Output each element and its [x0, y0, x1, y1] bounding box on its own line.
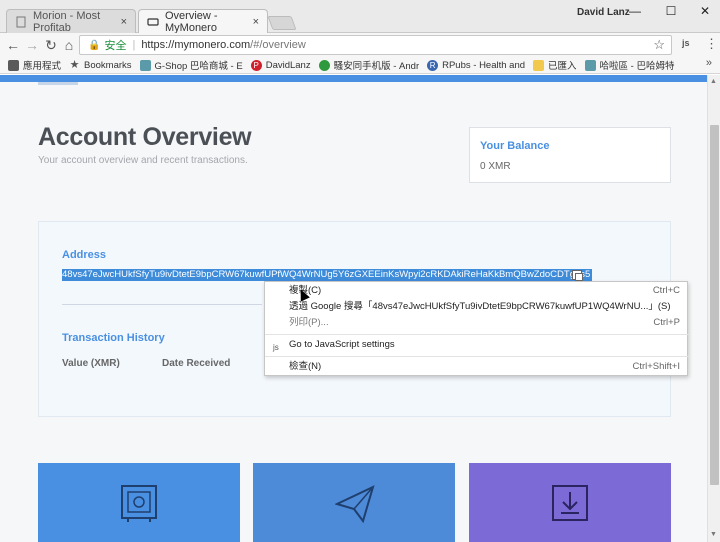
- menu-item-label: Go to JavaScript settings: [289, 339, 395, 350]
- address-label: Address: [62, 249, 107, 261]
- reload-icon[interactable]: ↻: [43, 37, 59, 53]
- forward-icon[interactable]: →: [24, 37, 40, 53]
- copy-icon[interactable]: [572, 270, 583, 281]
- page-title: Account Overview: [38, 123, 252, 151]
- tab-title: Overview - MyMonero: [165, 9, 218, 34]
- url-host: https://mymonero.com: [141, 39, 251, 51]
- menu-item-label: 透過 Google 搜尋「48vs47eJwcHUkfSfyTu9ivDtetE…: [289, 301, 671, 312]
- minimize-button[interactable]: —: [628, 4, 642, 18]
- r-icon: R: [427, 59, 439, 71]
- home-icon[interactable]: ⌂: [61, 37, 77, 53]
- browser-titlebar: Morion - Most Profitab × Overview - MyMo…: [0, 0, 720, 34]
- scroll-thumb[interactable]: [710, 125, 719, 485]
- send-tile[interactable]: [253, 463, 455, 542]
- menu-separator: [265, 356, 689, 357]
- download-icon: [552, 485, 588, 521]
- safe-icon: [121, 485, 157, 522]
- bird-icon: [139, 59, 151, 71]
- shortcut: Ctrl+Shift+I: [632, 361, 680, 372]
- close-icon[interactable]: ×: [121, 16, 127, 28]
- top-nav-strip: [0, 75, 707, 85]
- url-path: /#/overview: [250, 39, 306, 51]
- apps-icon: [8, 59, 19, 71]
- menu-item-js-settings[interactable]: js Go to JavaScript settings: [265, 337, 689, 353]
- page-icon: [15, 16, 27, 28]
- bookmark-label: 騷安同手机版 - Andr: [333, 61, 420, 72]
- balance-card: Your Balance 0 XMR: [469, 127, 671, 183]
- bookmark-rpubs[interactable]: R RPubs - Health and: [427, 59, 526, 71]
- scroll-up-icon[interactable]: ▲: [710, 78, 717, 85]
- bird-icon: [584, 59, 596, 71]
- bookmark-label: Bookmarks: [84, 59, 132, 71]
- pinterest-icon: P: [250, 59, 262, 71]
- back-icon[interactable]: ←: [5, 37, 21, 53]
- menu-item-copy[interactable]: 複製(C) Ctrl+C: [265, 283, 689, 299]
- menu-item-inspect[interactable]: 檢查(N) Ctrl+Shift+I: [265, 359, 689, 375]
- star-icon: ★: [69, 59, 80, 71]
- lock-icon: 🔒: [88, 39, 101, 51]
- secure-label: 安全: [104, 40, 127, 52]
- monero-icon: [147, 16, 159, 28]
- menu-item-print[interactable]: 列印(P)... Ctrl+P: [265, 315, 689, 331]
- menu-icon[interactable]: ⋮: [705, 36, 718, 52]
- bookmark-android[interactable]: 騷安同手机版 - Andr: [318, 58, 420, 72]
- bookmarks-bar: 應用程式 ★ Bookmarks G-Shop 巴哈商城 - E P DavidLa…: [0, 57, 720, 74]
- transaction-history-label: Transaction History: [62, 332, 165, 344]
- menu-item-label: 列印(P)...: [289, 317, 329, 328]
- bookmark-star-icon[interactable]: ☆: [653, 37, 665, 53]
- context-menu: 複製(C) Ctrl+C 透過 Google 搜尋「48vs47eJwcHUkf…: [264, 281, 689, 376]
- tab-mymonero[interactable]: Overview - MyMonero ×: [138, 9, 268, 34]
- menu-item-label: 檢查(N): [289, 361, 322, 372]
- tab-title: Morion - Most Profitab: [33, 9, 101, 34]
- bookmark-davidlanz[interactable]: P DavidLanz: [250, 59, 311, 71]
- bookmark-label: G-Shop 巴哈商城 - E: [154, 61, 243, 72]
- more-bookmarks-icon[interactable]: »: [706, 57, 712, 69]
- scroll-down-icon[interactable]: ▼: [710, 531, 717, 538]
- close-icon[interactable]: ×: [253, 16, 259, 28]
- receive-tile[interactable]: [38, 463, 240, 542]
- browser-toolbar: ← → ↻ ⌂ 🔒 安全 | https://mymonero.com/#/ov…: [0, 33, 720, 57]
- bookmark-gshop[interactable]: G-Shop 巴哈商城 - E: [139, 58, 243, 72]
- balance-value: 0 XMR: [480, 161, 511, 172]
- column-header-date: Date Received: [162, 358, 231, 369]
- shortcut: Ctrl+P: [653, 317, 680, 328]
- bookmark-label: 哈啦區 - 巴哈姆特: [599, 61, 675, 72]
- nav-indicator: [38, 82, 78, 85]
- close-window-button[interactable]: ✕: [698, 4, 712, 18]
- bookmark-bahamut[interactable]: 哈啦區 - 巴哈姆特: [584, 58, 675, 72]
- js-extension-icon[interactable]: js: [682, 38, 690, 48]
- bookmark-label: DavidLanz: [265, 59, 311, 71]
- bookmark-bookmarks[interactable]: ★ Bookmarks: [69, 60, 132, 71]
- maximize-button[interactable]: ☐: [664, 4, 678, 18]
- bookmark-label: 已匯入: [548, 61, 577, 72]
- profile-name[interactable]: David Lanz: [577, 7, 630, 18]
- bookmark-imported[interactable]: 已匯入: [533, 58, 577, 72]
- menu-item-search-google[interactable]: 透過 Google 搜尋「48vs47eJwcHUkfSfyTu9ivDtetE…: [265, 299, 689, 315]
- paper-plane-icon: [335, 485, 375, 524]
- divider: [62, 304, 262, 305]
- download-tile[interactable]: [469, 463, 671, 542]
- page-subtitle: Your account overview and recent transac…: [38, 155, 248, 166]
- scrollbar[interactable]: ▲ ▼: [707, 75, 720, 542]
- bookmark-label: RPubs - Health and: [442, 59, 526, 71]
- menu-separator: [265, 334, 689, 335]
- column-header-value: Value (XMR): [62, 358, 120, 369]
- tab-morion[interactable]: Morion - Most Profitab ×: [6, 9, 136, 34]
- balance-label: Your Balance: [480, 140, 550, 152]
- js-icon: js: [273, 343, 279, 352]
- address-bar[interactable]: 🔒 安全 | https://mymonero.com/#/overview ☆: [79, 35, 672, 55]
- folder-icon: [533, 59, 545, 71]
- new-tab-button[interactable]: [267, 16, 297, 30]
- bookmark-apps[interactable]: 應用程式: [8, 58, 61, 72]
- green-icon: [318, 59, 330, 71]
- divider: |: [132, 39, 136, 51]
- address-value[interactable]: 48vs47eJwcHUkfSfyTu9ivDtetE9bpCRW67kuwfU…: [62, 269, 593, 281]
- shortcut: Ctrl+C: [652, 285, 680, 296]
- bookmark-label: 應用程式: [23, 61, 62, 72]
